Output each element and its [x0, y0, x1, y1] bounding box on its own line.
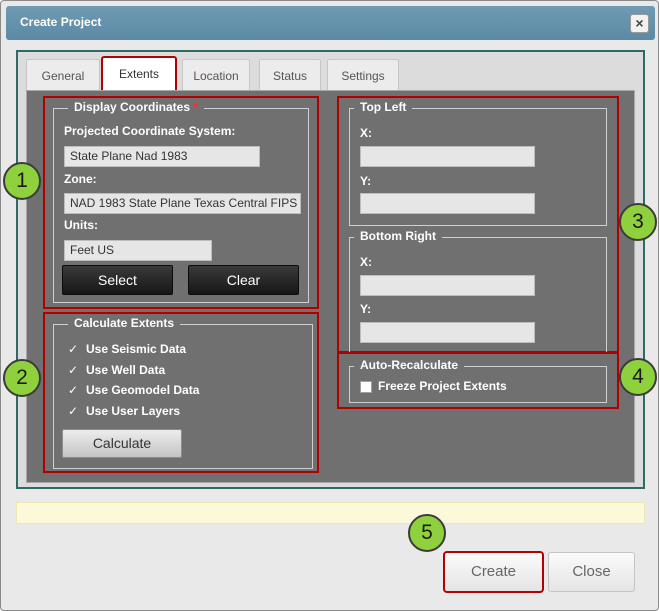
bottom-right-group: Bottom Right X: Y: [349, 229, 607, 353]
tab-extents[interactable]: Extents [101, 56, 177, 94]
auto-recalculate-highlight: Auto-Recalculate Freeze Project Extents [337, 352, 619, 409]
bottom-right-y-label: Y: [360, 302, 372, 316]
top-left-y-label: Y: [360, 174, 372, 188]
top-left-y-input[interactable] [360, 193, 535, 214]
top-left-group: Top Left X: Y: [349, 100, 607, 226]
option-use-well-data[interactable]: ✓ Use Well Data [68, 363, 165, 377]
units-field[interactable]: Feet US [64, 240, 212, 261]
calculate-button[interactable]: Calculate [62, 429, 182, 458]
display-coordinates-legend: Display Coordinates * [68, 100, 205, 114]
projected-system-field[interactable]: State Plane Nad 1983 [64, 146, 260, 167]
bottom-right-x-input[interactable] [360, 275, 535, 296]
freeze-extents-checkbox[interactable] [360, 381, 372, 393]
callout-badge-5: 5 [408, 514, 446, 552]
tab-location[interactable]: Location [182, 59, 250, 92]
create-project-dialog: Create Project × General Extents Locatio… [0, 0, 659, 611]
extents-tab-content: Display Coordinates * Projected Coordina… [26, 90, 635, 483]
bottom-right-x-label: X: [360, 255, 372, 269]
freeze-extents-label: Freeze Project Extents [378, 379, 507, 393]
select-button[interactable]: Select [62, 265, 173, 295]
close-button[interactable]: Close [548, 552, 635, 592]
auto-recalculate-group: Auto-Recalculate Freeze Project Extents [349, 358, 607, 403]
option-use-geomodel-data[interactable]: ✓ Use Geomodel Data [68, 383, 199, 397]
calculate-extents-group: Calculate Extents ✓ Use Seismic Data ✓ Use… [53, 316, 313, 469]
top-left-x-input[interactable] [360, 146, 535, 167]
coordinates-highlight: Top Left X: Y: Bottom Right X: Y: [337, 96, 619, 353]
required-mark: * [193, 100, 199, 114]
bottom-right-y-input[interactable] [360, 322, 535, 343]
display-coordinates-group: Display Coordinates * Projected Coordina… [53, 100, 309, 303]
display-coordinates-highlight: Display Coordinates * Projected Coordina… [43, 96, 319, 309]
calculate-extents-legend: Calculate Extents [68, 316, 181, 330]
tab-status[interactable]: Status [259, 59, 321, 92]
dialog-title: Create Project [20, 15, 102, 29]
projected-system-label: Projected Coordinate System: [64, 124, 236, 138]
clear-button[interactable]: Clear [188, 265, 299, 295]
zone-field[interactable]: NAD 1983 State Plane Texas Central FIPS [64, 193, 301, 214]
title-bar: Create Project × [6, 6, 655, 40]
callout-badge-1: 1 [3, 162, 41, 200]
checkmark-icon: ✓ [68, 363, 79, 377]
callout-badge-2: 2 [3, 359, 41, 397]
option-use-user-layers[interactable]: ✓ Use User Layers [68, 404, 180, 418]
close-icon[interactable]: × [630, 14, 649, 33]
checkmark-icon: ✓ [68, 342, 79, 356]
zone-label: Zone: [64, 172, 97, 186]
auto-recalculate-legend: Auto-Recalculate [354, 358, 465, 372]
top-left-legend: Top Left [354, 100, 413, 114]
top-left-x-label: X: [360, 126, 372, 140]
calculate-extents-highlight: Calculate Extents ✓ Use Seismic Data ✓ Use… [43, 312, 319, 473]
status-message-bar [16, 502, 645, 524]
callout-badge-4: 4 [619, 358, 657, 396]
create-button[interactable]: Create [443, 551, 544, 593]
tab-settings[interactable]: Settings [327, 59, 399, 92]
option-use-seismic-data[interactable]: ✓ Use Seismic Data [68, 342, 186, 356]
checkmark-icon: ✓ [68, 404, 79, 418]
units-label: Units: [64, 218, 98, 232]
tab-panel-frame: General Extents Location Status Settings… [16, 50, 645, 489]
callout-badge-3: 3 [619, 203, 657, 241]
bottom-right-legend: Bottom Right [354, 229, 442, 243]
tab-general[interactable]: General [26, 59, 100, 92]
checkmark-icon: ✓ [68, 383, 79, 397]
